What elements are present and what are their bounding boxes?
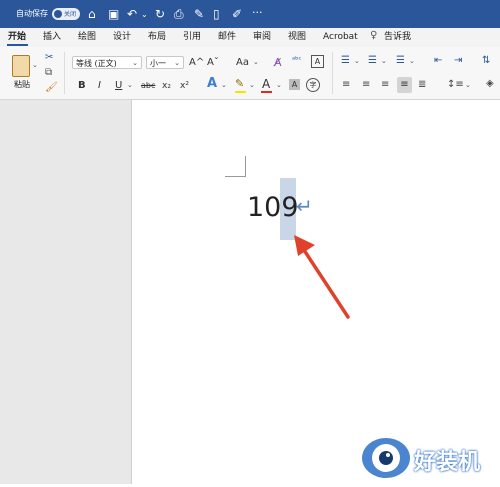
align-right-icon[interactable]: ≡ [381, 79, 389, 90]
title-bar: 自动保存 关闭 ⌂ ▣ ↶ ⌄ ↻ ⎙ ✎ ▯ ✐ ··· [0, 0, 500, 28]
lightbulb-icon: ♀ [370, 30, 378, 41]
italic-button[interactable]: I [98, 80, 101, 92]
cut-icon[interactable]: ✂ [45, 52, 53, 63]
ribbon-separator [64, 52, 65, 94]
underline-dropdown-icon[interactable]: ⌄ [127, 81, 133, 89]
shrink-font-button[interactable]: Aˇ [207, 57, 219, 69]
change-case-dropdown-icon[interactable]: ⌄ [253, 58, 259, 66]
justify-icon[interactable]: ≡ [397, 77, 412, 93]
text-effects-button[interactable]: A [207, 77, 217, 90]
more-icon[interactable]: ··· [252, 6, 263, 20]
font-name-dropdown[interactable]: 等线 (正文) ⌄ [72, 56, 142, 69]
ribbon-panel: ⌄ 粘贴 ✂ ⧉ 🖌 [0, 47, 500, 100]
tab-references[interactable]: 引用 [183, 31, 201, 43]
tab-tell-me[interactable]: 告诉我 [384, 31, 411, 43]
watermark-logo: 好装机 [358, 430, 498, 484]
pin-icon[interactable]: ✐ [232, 7, 242, 21]
toggle-knob [54, 10, 62, 18]
edit-icon[interactable]: ✎ [194, 7, 204, 21]
font-name-value: 等线 (正文) [76, 59, 117, 68]
paragraph-mark: ↵ [296, 194, 313, 218]
grow-font-button[interactable]: A^ [189, 57, 204, 69]
multilevel-dropdown-icon[interactable]: ⌄ [409, 57, 415, 65]
chevron-down-icon: ⌄ [174, 59, 180, 67]
superscript-button[interactable]: x² [180, 80, 189, 92]
toggle-label: 关闭 [64, 11, 77, 18]
autosave-label: 自动保存 [16, 9, 48, 18]
decrease-indent-icon[interactable]: ⇤ [434, 55, 442, 66]
subscript-button[interactable]: x₂ [162, 80, 171, 92]
numbering-dropdown-icon[interactable]: ⌄ [381, 57, 387, 65]
highlight-dropdown-icon[interactable]: ⌄ [249, 81, 255, 89]
character-shading-button[interactable]: A [289, 79, 300, 90]
tab-home[interactable]: 开始 [8, 31, 26, 43]
active-tab-indicator [7, 44, 28, 46]
font-size-dropdown[interactable]: 小一 ⌄ [146, 56, 184, 69]
paste-dropdown-icon[interactable]: ⌄ [32, 61, 38, 69]
tab-insert[interactable]: 插入 [43, 31, 61, 43]
enclose-characters-icon[interactable]: 字 [306, 78, 320, 92]
tab-view[interactable]: 视图 [288, 31, 306, 43]
line-spacing-icon[interactable]: ↕≡ [447, 79, 464, 90]
undo-dropdown-icon[interactable]: ⌄ [141, 8, 148, 22]
ribbon-separator [332, 52, 333, 94]
line-spacing-dropdown-icon[interactable]: ⌄ [465, 81, 471, 89]
tab-acrobat[interactable]: Acrobat [323, 31, 358, 43]
multilevel-list-icon[interactable]: ☰ [396, 55, 405, 66]
align-center-icon[interactable]: ≡ [362, 79, 370, 90]
bullets-dropdown-icon[interactable]: ⌄ [354, 57, 360, 65]
underline-button[interactable]: U [115, 80, 122, 92]
font-color-button[interactable]: A [262, 78, 270, 90]
highlight-color-bar [235, 91, 246, 93]
character-border-icon[interactable]: A [311, 55, 324, 68]
strikethrough-button[interactable]: abc [141, 80, 155, 92]
text-effects-dropdown-icon[interactable]: ⌄ [221, 81, 227, 89]
distributed-icon[interactable]: ≣ [418, 79, 426, 90]
shading-icon[interactable]: ◈ [486, 78, 494, 89]
home-icon[interactable]: ⌂ [88, 7, 96, 21]
highlight-button[interactable]: ✎ [235, 78, 244, 90]
tab-mailings[interactable]: 邮件 [218, 31, 236, 43]
paste-label[interactable]: 粘贴 [14, 79, 30, 90]
ribbon-tabs: 开始 插入 绘图 设计 布局 引用 邮件 审阅 视图 Acrobat ♀ 告诉我 [0, 28, 500, 48]
bold-button[interactable]: B [78, 80, 86, 92]
format-painter-icon[interactable]: 🖌 [45, 82, 58, 93]
margin-corner-mark [225, 156, 246, 177]
print-icon[interactable]: ⎙ [174, 7, 184, 21]
document-text[interactable]: 109 [247, 192, 299, 224]
autosave-toggle[interactable]: 关闭 [52, 8, 80, 20]
increase-indent-icon[interactable]: ⇥ [454, 55, 462, 66]
font-color-dropdown-icon[interactable]: ⌄ [276, 81, 282, 89]
copy-icon[interactable]: ⧉ [45, 67, 52, 78]
document-icon[interactable]: ▯ [213, 7, 220, 21]
bullets-icon[interactable]: ☰ [341, 55, 350, 66]
change-case-button[interactable]: Aa [236, 57, 249, 69]
redo-icon[interactable]: ↻ [155, 7, 165, 21]
tab-review[interactable]: 审阅 [253, 31, 271, 43]
save-icon[interactable]: ▣ [108, 7, 119, 21]
tab-design[interactable]: 设计 [113, 31, 131, 43]
font-color-bar [261, 91, 272, 93]
undo-icon[interactable]: ↶ [127, 7, 137, 21]
sort-icon[interactable]: ⇅ [482, 55, 490, 66]
chevron-down-icon: ⌄ [132, 59, 138, 67]
phonetic-guide-icon[interactable]: ᵃᵇᶜ [292, 55, 302, 64]
numbering-icon[interactable]: ☰ [368, 55, 377, 66]
align-left-icon[interactable]: ≡ [342, 79, 350, 90]
tab-layout[interactable]: 布局 [148, 31, 166, 43]
watermark-text: 好装机 [414, 450, 481, 475]
annotation-arrow [294, 235, 350, 319]
clear-formatting-icon[interactable]: A̸ [274, 56, 282, 69]
font-size-value: 小一 [150, 59, 166, 68]
tab-draw[interactable]: 绘图 [78, 31, 96, 43]
paste-icon[interactable] [12, 55, 30, 77]
